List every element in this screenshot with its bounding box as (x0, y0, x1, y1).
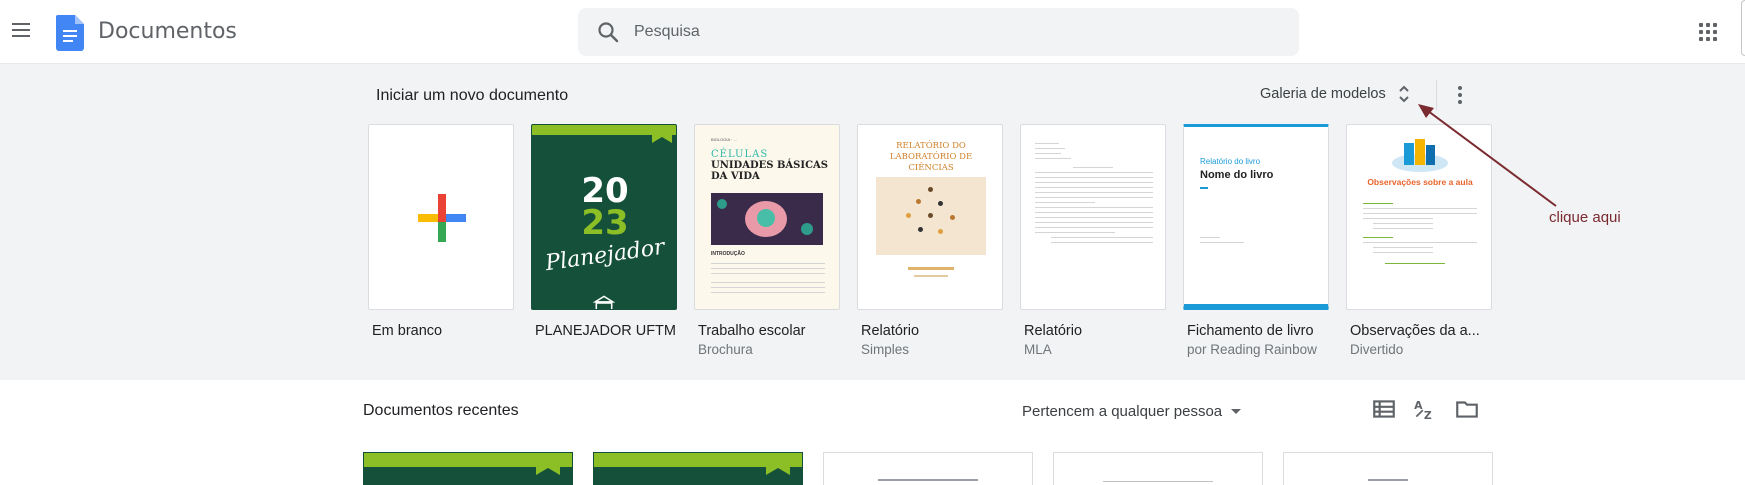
thumb-section: INTRODUÇÃO (711, 251, 745, 257)
thumb-year-bottom: 23 (581, 203, 629, 243)
thumb-text-lines (1027, 139, 1161, 247)
template-trabalho-escolar[interactable]: BIOLOGIA · ... CÉLULAS UNIDADES BÁSICAS … (694, 124, 840, 357)
thumb-image (711, 193, 823, 245)
owner-filter-dropdown[interactable]: Pertencem a qualquer pessoa (1022, 398, 1242, 424)
plus-icon (418, 194, 466, 242)
template-thumbnail[interactable]: BIOLOGIA · ... CÉLULAS UNIDADES BÁSICAS … (694, 124, 840, 310)
thumb-kicker: BIOLOGIA · ... (711, 137, 737, 142)
sort-az-icon[interactable]: A Z (1412, 396, 1438, 422)
more-options-icon[interactable] (1448, 80, 1472, 110)
bookmark-icon (652, 125, 672, 143)
svg-text:Z: Z (1424, 409, 1432, 422)
bookmark-icon (536, 453, 560, 475)
divider (1436, 80, 1437, 110)
thumb-text-lines (1355, 199, 1485, 268)
recent-documents-title: Documentos recentes (363, 402, 519, 419)
thumb-title: Nome do livro (1200, 169, 1274, 181)
thumb-title: RELATÓRIO DO LABORATÓRIO DE CIÊNCIAS (889, 141, 973, 173)
thumb-title: Observações sobre a aula (1367, 177, 1473, 187)
menu-icon[interactable] (10, 19, 34, 43)
recent-document-card[interactable] (823, 452, 1033, 485)
thumb-footer-line (908, 267, 954, 270)
template-thumbnail[interactable] (1020, 124, 1166, 310)
template-name: Observações da a... (1350, 323, 1480, 339)
list-view-icon[interactable] (1371, 396, 1397, 422)
thumb-image (876, 177, 986, 255)
search-icon[interactable] (596, 20, 620, 44)
template-name: Fichamento de livro (1187, 323, 1314, 339)
docs-logo-icon[interactable] (56, 15, 84, 51)
template-subtitle: por Reading Rainbow (1187, 342, 1317, 357)
template-name: Relatório (1024, 323, 1083, 339)
template-thumbnail[interactable]: Observações sobre a aula (1346, 124, 1492, 310)
template-name: Em branco (372, 323, 443, 339)
recent-document-card[interactable] (363, 452, 573, 485)
thumb-title-1: CÉLULAS (711, 149, 769, 160)
template-subtitle: Simples (861, 342, 910, 357)
building-icon (593, 295, 615, 309)
thumb-text-lines (1192, 233, 1252, 247)
template-blank[interactable]: Em branco (368, 124, 514, 339)
recent-document-card[interactable] (593, 452, 803, 485)
template-gallery-label: Galeria de modelos (1260, 86, 1386, 102)
template-relatorio-mla[interactable]: Relatório MLA (1020, 124, 1166, 357)
template-subtitle: Brochura (698, 342, 753, 357)
app-header: Documentos (0, 0, 1745, 64)
template-thumbnail[interactable] (368, 124, 514, 310)
template-gallery-button[interactable]: Galeria de modelos (1250, 75, 1420, 113)
template-name: Trabalho escolar (698, 323, 806, 339)
thumb-accent-line (1200, 187, 1208, 189)
template-thumbnail[interactable]: RELATÓRIO DO LABORATÓRIO DE CIÊNCIAS (857, 124, 1003, 310)
recent-document-card[interactable] (1053, 452, 1263, 485)
template-fichamento-livro[interactable]: Relatório do livro Nome do livro Fichame… (1183, 124, 1329, 357)
recent-document-card[interactable] (1283, 452, 1493, 485)
template-observacoes-aula[interactable]: Observações sobre a aula Observações da … (1346, 124, 1492, 357)
search-input[interactable] (634, 20, 1274, 44)
books-illustration (1392, 139, 1448, 172)
thumb-footer-line (914, 275, 948, 277)
template-name: Relatório (861, 323, 920, 339)
thumb-label: Relatório do livro (1200, 157, 1261, 166)
template-relatorio-simples[interactable]: RELATÓRIO DO LABORATÓRIO DE CIÊNCIAS Rel… (857, 124, 1003, 357)
template-name: PLANEJADOR UFTM (535, 323, 676, 339)
owner-filter-label: Pertencem a qualquer pessoa (1022, 402, 1223, 420)
annotation-text: clique aqui (1549, 209, 1621, 226)
template-subtitle: MLA (1024, 342, 1052, 357)
template-gallery-section: Iniciar um novo documento Galeria de mod… (0, 64, 1745, 380)
template-thumbnail[interactable]: 20 23 Planejador (531, 124, 677, 310)
thumb-title-2: UNIDADES BÁSICAS DA VIDA (711, 160, 829, 182)
folder-icon[interactable] (1454, 396, 1480, 422)
thumb-text-lines (703, 259, 833, 297)
template-subtitle: Divertido (1350, 342, 1404, 357)
search-bar[interactable] (578, 8, 1299, 56)
bookmark-icon (766, 453, 790, 475)
unfold-icon (1399, 85, 1409, 103)
side-panel-handle[interactable] (1741, 0, 1745, 56)
template-planejador[interactable]: 20 23 Planejador PLANEJADOR UFTM (531, 124, 677, 339)
template-thumbnail[interactable]: Relatório do livro Nome do livro (1183, 124, 1329, 310)
apps-grid-icon[interactable] (1696, 20, 1720, 44)
caret-down-icon (1231, 408, 1242, 414)
section-title: Iniciar um novo documento (376, 87, 569, 104)
app-title[interactable]: Documentos (98, 19, 237, 44)
